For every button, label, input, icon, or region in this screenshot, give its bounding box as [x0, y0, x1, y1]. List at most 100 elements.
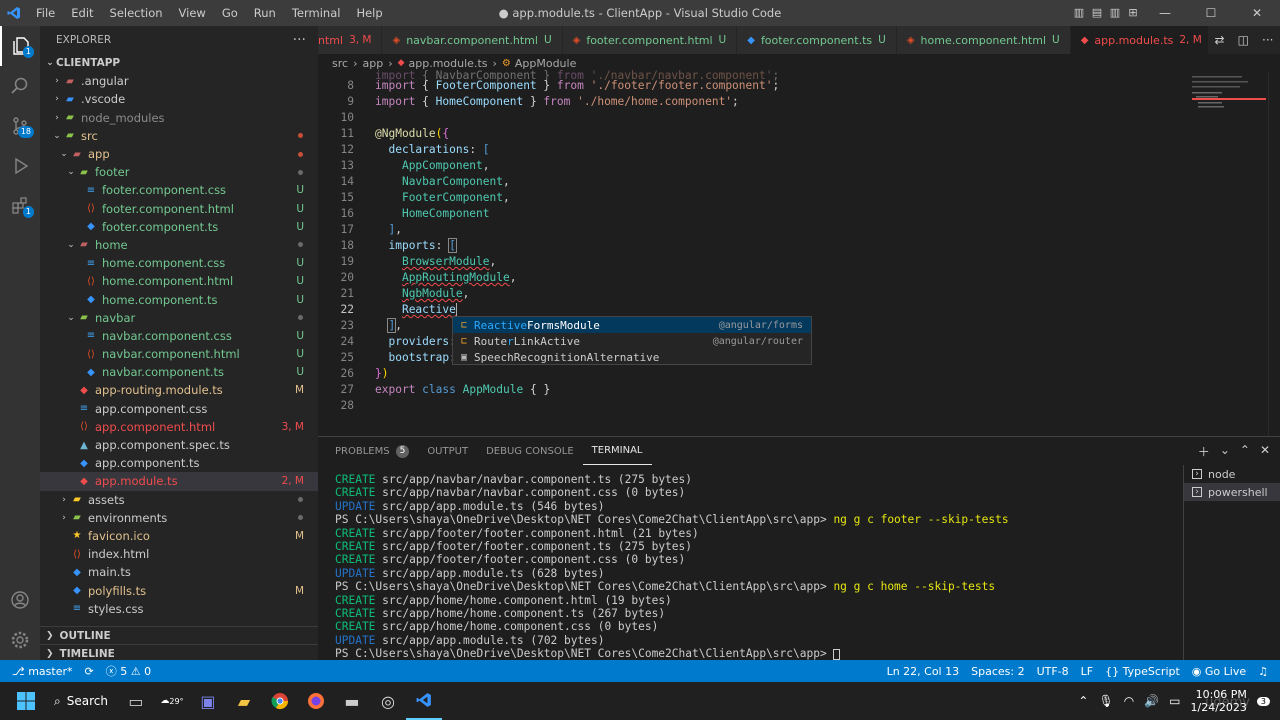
menu-help[interactable]: Help: [348, 0, 390, 26]
tab-navbar-component-html[interactable]: ◈ navbar.component.html U: [382, 26, 563, 54]
file-item[interactable]: ◆ main.ts: [40, 563, 318, 581]
problems-status[interactable]: ⓧ 5 ⚠ 0: [100, 663, 157, 679]
weather-widget[interactable]: ☁ 29°: [154, 682, 190, 720]
breadcrumb-src[interactable]: src: [332, 57, 348, 70]
tab-app-component-html[interactable]: ntml 3, M: [318, 26, 383, 54]
vscode-taskbar-icon[interactable]: [405, 682, 442, 720]
firefox-icon[interactable]: [298, 682, 334, 720]
file-item[interactable]: ≡ app.component.css: [40, 400, 318, 418]
suggestion-speechrecognitionalternative[interactable]: ▣ SpeechRecognitionAlternative: [453, 349, 811, 365]
file-item[interactable]: ▲ app.component.spec.ts: [40, 436, 318, 454]
breadcrumb-file[interactable]: app.module.ts: [409, 57, 488, 70]
folder-item[interactable]: ⌄ ▰ navbar: [40, 309, 318, 327]
folder-item[interactable]: ⌄ ▰ app: [40, 145, 318, 163]
file-item[interactable]: ◆ app.module.ts 2, M: [40, 472, 318, 491]
tab-output[interactable]: OUTPUT: [418, 437, 477, 465]
wifi-icon[interactable]: ◠: [1124, 694, 1134, 708]
search-icon[interactable]: [0, 66, 40, 106]
folder-item[interactable]: › ▰ environments: [40, 509, 318, 527]
code-editor[interactable]: import { NavbarComponent } from './navba…: [318, 69, 1280, 436]
windows-start-icon[interactable]: [8, 682, 44, 720]
toggle-secondary-sidebar-icon[interactable]: ▥: [1106, 0, 1124, 26]
notifications-icon[interactable]: ♫: [1252, 665, 1274, 678]
file-item[interactable]: ≡ home.component.css U: [40, 254, 318, 272]
terminal-powershell[interactable]: › powershell: [1184, 483, 1280, 501]
terminal-node[interactable]: › node: [1184, 465, 1280, 483]
tab-debug-console[interactable]: DEBUG CONSOLE: [477, 437, 583, 465]
battery-icon[interactable]: ▭: [1169, 694, 1180, 708]
maximize-panel-icon[interactable]: ⌃: [1240, 443, 1250, 460]
outline-section[interactable]: ❯ OUTLINE: [40, 626, 318, 644]
tab-terminal[interactable]: TERMINAL: [582, 437, 652, 465]
extensions-icon[interactable]: 1: [0, 186, 40, 226]
branch-status[interactable]: ⎇ master*: [6, 665, 78, 678]
folder-item[interactable]: › ▰ .angular: [40, 72, 318, 90]
tab-footer-component-ts[interactable]: ◆ footer.component.ts U: [737, 26, 897, 54]
file-item[interactable]: ◆ polyfills.ts M: [40, 581, 318, 599]
toggle-panel-icon[interactable]: ▤: [1088, 0, 1106, 26]
menu-file[interactable]: File: [28, 0, 63, 26]
more-actions-icon[interactable]: ···: [1262, 33, 1273, 47]
notification-badge[interactable]: 3: [1256, 696, 1270, 706]
menu-run[interactable]: Run: [246, 0, 284, 26]
tab-problems[interactable]: PROBLEMS 5: [326, 437, 418, 465]
menu-terminal[interactable]: Terminal: [284, 0, 349, 26]
file-item[interactable]: ⟨⟩ footer.component.html U: [40, 200, 318, 218]
split-editor-icon[interactable]: ◫: [1238, 33, 1249, 47]
volume-icon[interactable]: 🔊: [1144, 694, 1159, 708]
file-item[interactable]: ◆ home.component.ts U: [40, 290, 318, 308]
tab-home-component-html[interactable]: ◈ home.component.html U: [896, 26, 1071, 54]
sync-icon[interactable]: ⟳: [78, 665, 99, 678]
manage-gear-icon[interactable]: [0, 620, 40, 660]
folder-item[interactable]: ⌄ ▰ src: [40, 127, 318, 145]
toggle-primary-sidebar-icon[interactable]: ▥: [1070, 0, 1088, 26]
suggestion-reactiveformsmodule[interactable]: ⊏ Reactive FormsModule @angular/forms: [453, 317, 811, 333]
explorer-icon[interactable]: 1: [0, 26, 40, 66]
breadcrumb-app[interactable]: app: [362, 57, 383, 70]
file-item[interactable]: ≡ footer.component.css U: [40, 181, 318, 199]
folder-item[interactable]: ⌄ ▰ footer: [40, 163, 318, 181]
file-item[interactable]: ⟨⟩ navbar.component.html U: [40, 345, 318, 363]
customize-layout-icon[interactable]: ⊞: [1124, 0, 1142, 26]
file-item[interactable]: ⟨⟩ index.html: [40, 545, 318, 563]
account-icon[interactable]: [0, 580, 40, 620]
file-item[interactable]: ◆ app.component.ts: [40, 454, 318, 472]
recording-app-icon[interactable]: ◎: [370, 682, 406, 720]
file-item[interactable]: ≡ styles.css: [40, 600, 318, 618]
task-view-icon[interactable]: ▭: [118, 682, 154, 720]
file-item[interactable]: ◆ footer.component.ts U: [40, 218, 318, 236]
file-item[interactable]: ⟨⟩ home.component.html U: [40, 272, 318, 290]
teams-chat-icon[interactable]: ▣: [190, 682, 226, 720]
file-item[interactable]: ★ favicon.ico M: [40, 527, 318, 545]
chevron-up-icon[interactable]: ⌃: [1078, 694, 1088, 708]
vertical-scrollbar[interactable]: [1268, 72, 1280, 436]
workspace-root[interactable]: ⌄ CLIENTAPP: [40, 54, 318, 72]
language-mode[interactable]: {} TypeScript: [1099, 665, 1186, 678]
tab-app-module-ts[interactable]: ◆app.module.ts2, M●: [1070, 26, 1231, 54]
encoding[interactable]: UTF-8: [1031, 665, 1075, 678]
menu-view[interactable]: View: [171, 0, 214, 26]
new-terminal-icon[interactable]: ＋: [1198, 443, 1210, 460]
minimize-button[interactable]: —: [1142, 0, 1188, 26]
close-panel-icon[interactable]: ✕: [1260, 443, 1270, 460]
indentation[interactable]: Spaces: 2: [965, 665, 1030, 678]
file-item[interactable]: ≡ navbar.component.css U: [40, 327, 318, 345]
menu-selection[interactable]: Selection: [102, 0, 171, 26]
taskbar-search[interactable]: ⌕ Search: [44, 682, 118, 720]
folder-item[interactable]: › ▰ .vscode: [40, 90, 318, 108]
folder-item[interactable]: › ▰ assets: [40, 491, 318, 509]
folder-item[interactable]: ⌄ ▰ home: [40, 236, 318, 254]
file-item[interactable]: ◆ navbar.component.ts U: [40, 363, 318, 381]
git-compare-icon[interactable]: ⇄: [1215, 33, 1225, 47]
go-live-button[interactable]: ◉ Go Live: [1186, 665, 1252, 678]
breadcrumb-symbol[interactable]: AppModule: [515, 57, 577, 70]
terminal-output[interactable]: CREATE src/app/navbar/navbar.component.t…: [335, 473, 1175, 660]
maximize-button[interactable]: ☐: [1188, 0, 1234, 26]
terminal-app-icon[interactable]: ▬: [334, 682, 370, 720]
close-button[interactable]: ✕: [1234, 0, 1280, 26]
folder-item[interactable]: › ▰ node_modules: [40, 109, 318, 127]
chrome-icon[interactable]: [262, 682, 298, 720]
end-of-line[interactable]: LF: [1075, 665, 1099, 678]
minimap[interactable]: [1190, 72, 1268, 132]
file-explorer-icon[interactable]: ▰: [226, 682, 262, 720]
